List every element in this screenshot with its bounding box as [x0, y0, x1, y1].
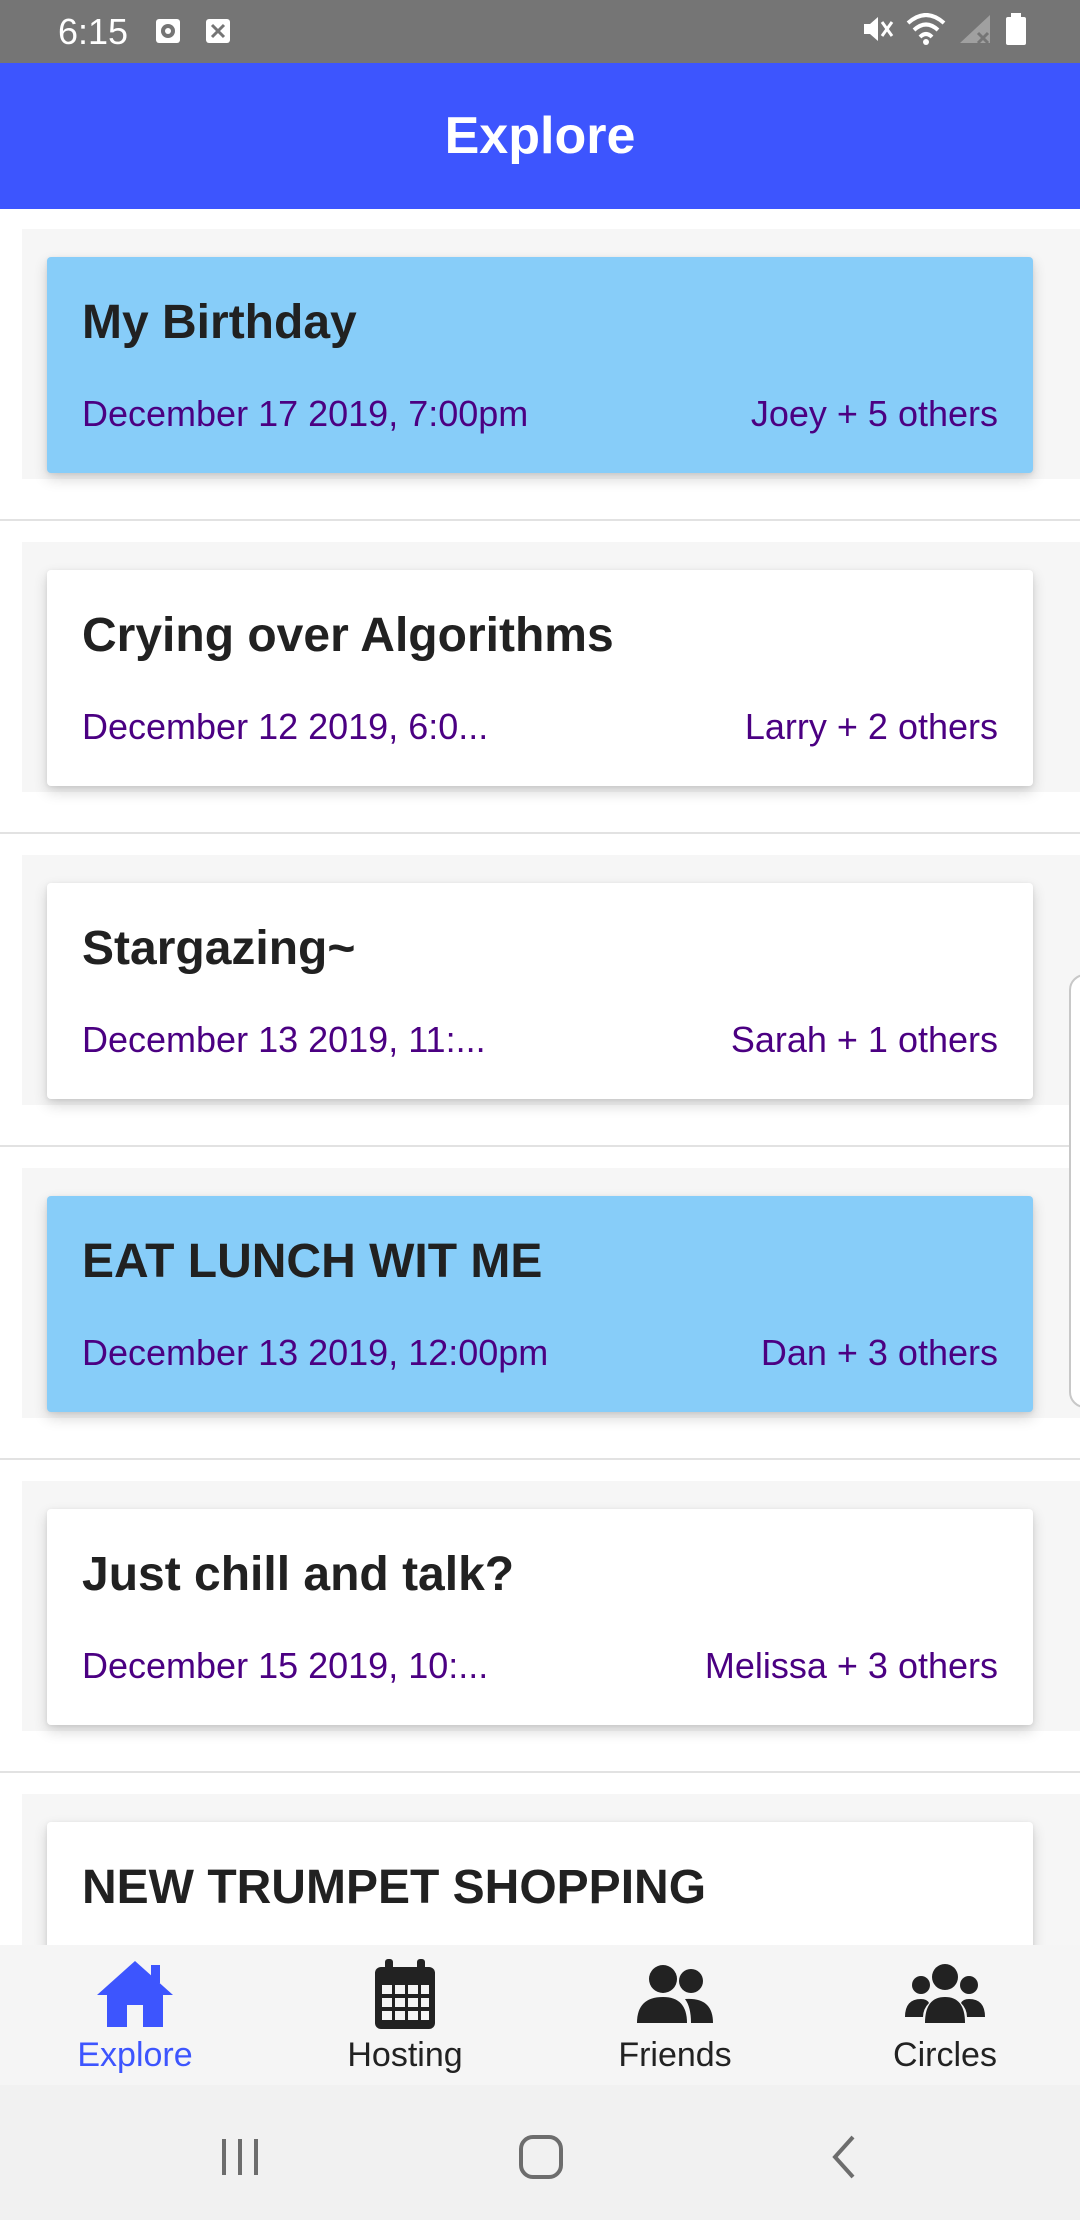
circles-icon — [905, 1964, 985, 2023]
tab-friends[interactable]: Friends — [540, 1945, 810, 2085]
notification-close-icon — [206, 19, 230, 43]
tab-label: Explore — [77, 2036, 193, 2074]
tab-label: Circles — [893, 2036, 997, 2074]
event-attendees: Larry + 2 others — [744, 706, 998, 747]
event-title: EAT LUNCH WIT ME — [82, 1235, 543, 1288]
back-icon[interactable] — [815, 2127, 875, 2187]
mute-icon — [864, 17, 894, 41]
event-card[interactable]: My Birthday December 17 2019, 7:00pm Joe… — [47, 257, 1033, 473]
event-date: December 17 2019, 7:00pm — [82, 393, 529, 434]
notification-clock-icon — [156, 19, 180, 43]
event-card[interactable]: EAT LUNCH WIT ME December 13 2019, 12:00… — [47, 1196, 1033, 1412]
event-date: December 15 2019, 10:... — [82, 1645, 489, 1686]
event-title: Just chill and talk? — [82, 1548, 515, 1601]
tab-label: Hosting — [347, 2036, 463, 2074]
home-icon — [97, 1961, 173, 2027]
event-list[interactable]: My Birthday December 17 2019, 7:00pm Joe… — [0, 209, 1080, 1945]
wifi-icon — [906, 13, 946, 45]
event-attendees: Dan + 3 others — [760, 1332, 998, 1373]
status-bar: 6:15 — [0, 0, 1080, 63]
home-button-icon[interactable] — [511, 2127, 571, 2187]
recents-icon[interactable] — [210, 2127, 270, 2187]
battery-icon — [1006, 13, 1026, 45]
list-item: Stargazing~ December 13 2019, 11:... Sar… — [0, 835, 1080, 1147]
event-card[interactable]: Just chill and talk? December 15 2019, 1… — [47, 1509, 1033, 1725]
tab-circles[interactable]: Circles — [810, 1945, 1080, 2085]
event-date: December 12 2019, 6:0... — [82, 706, 489, 747]
event-title: Crying over Algorithms — [82, 609, 614, 662]
calendar-icon — [375, 1959, 435, 2029]
tab-explore[interactable]: Explore — [0, 1945, 270, 2085]
signal-icon — [960, 15, 990, 45]
page-title: Explore — [444, 107, 636, 165]
scroll-handle[interactable] — [1069, 974, 1080, 1408]
event-card[interactable]: NEW TRUMPET SHOPPING — [47, 1822, 1033, 1945]
bottom-tab-bar: Explore Hosting Friends Circles — [0, 1945, 1080, 2085]
status-time: 6:15 — [58, 11, 129, 52]
event-attendees: Melissa + 3 others — [704, 1645, 998, 1686]
event-card[interactable]: Crying over Algorithms December 12 2019,… — [47, 570, 1033, 786]
tab-hosting[interactable]: Hosting — [270, 1945, 540, 2085]
event-date: December 13 2019, 12:00pm — [82, 1332, 549, 1373]
event-attendees: Sarah + 1 others — [730, 1019, 998, 1060]
list-item: My Birthday December 17 2019, 7:00pm Joe… — [0, 209, 1080, 521]
list-item: Just chill and talk? December 15 2019, 1… — [0, 1461, 1080, 1773]
list-item: EAT LUNCH WIT ME December 13 2019, 12:00… — [0, 1148, 1080, 1460]
list-item: Crying over Algorithms December 12 2019,… — [0, 522, 1080, 834]
app-bar: Explore — [0, 63, 1080, 209]
event-card[interactable]: Stargazing~ December 13 2019, 11:... Sar… — [47, 883, 1033, 1099]
event-attendees: Joey + 5 others — [750, 393, 998, 434]
tab-label: Friends — [618, 2036, 732, 2074]
friends-icon — [637, 1965, 713, 2023]
system-nav-bar — [0, 2085, 1080, 2220]
list-item: NEW TRUMPET SHOPPING — [0, 1774, 1080, 1945]
status-icons — [860, 12, 1028, 46]
event-title: Stargazing~ — [82, 922, 356, 975]
event-title: NEW TRUMPET SHOPPING — [82, 1861, 707, 1914]
event-date: December 13 2019, 11:... — [82, 1019, 486, 1060]
event-title: My Birthday — [82, 296, 357, 349]
